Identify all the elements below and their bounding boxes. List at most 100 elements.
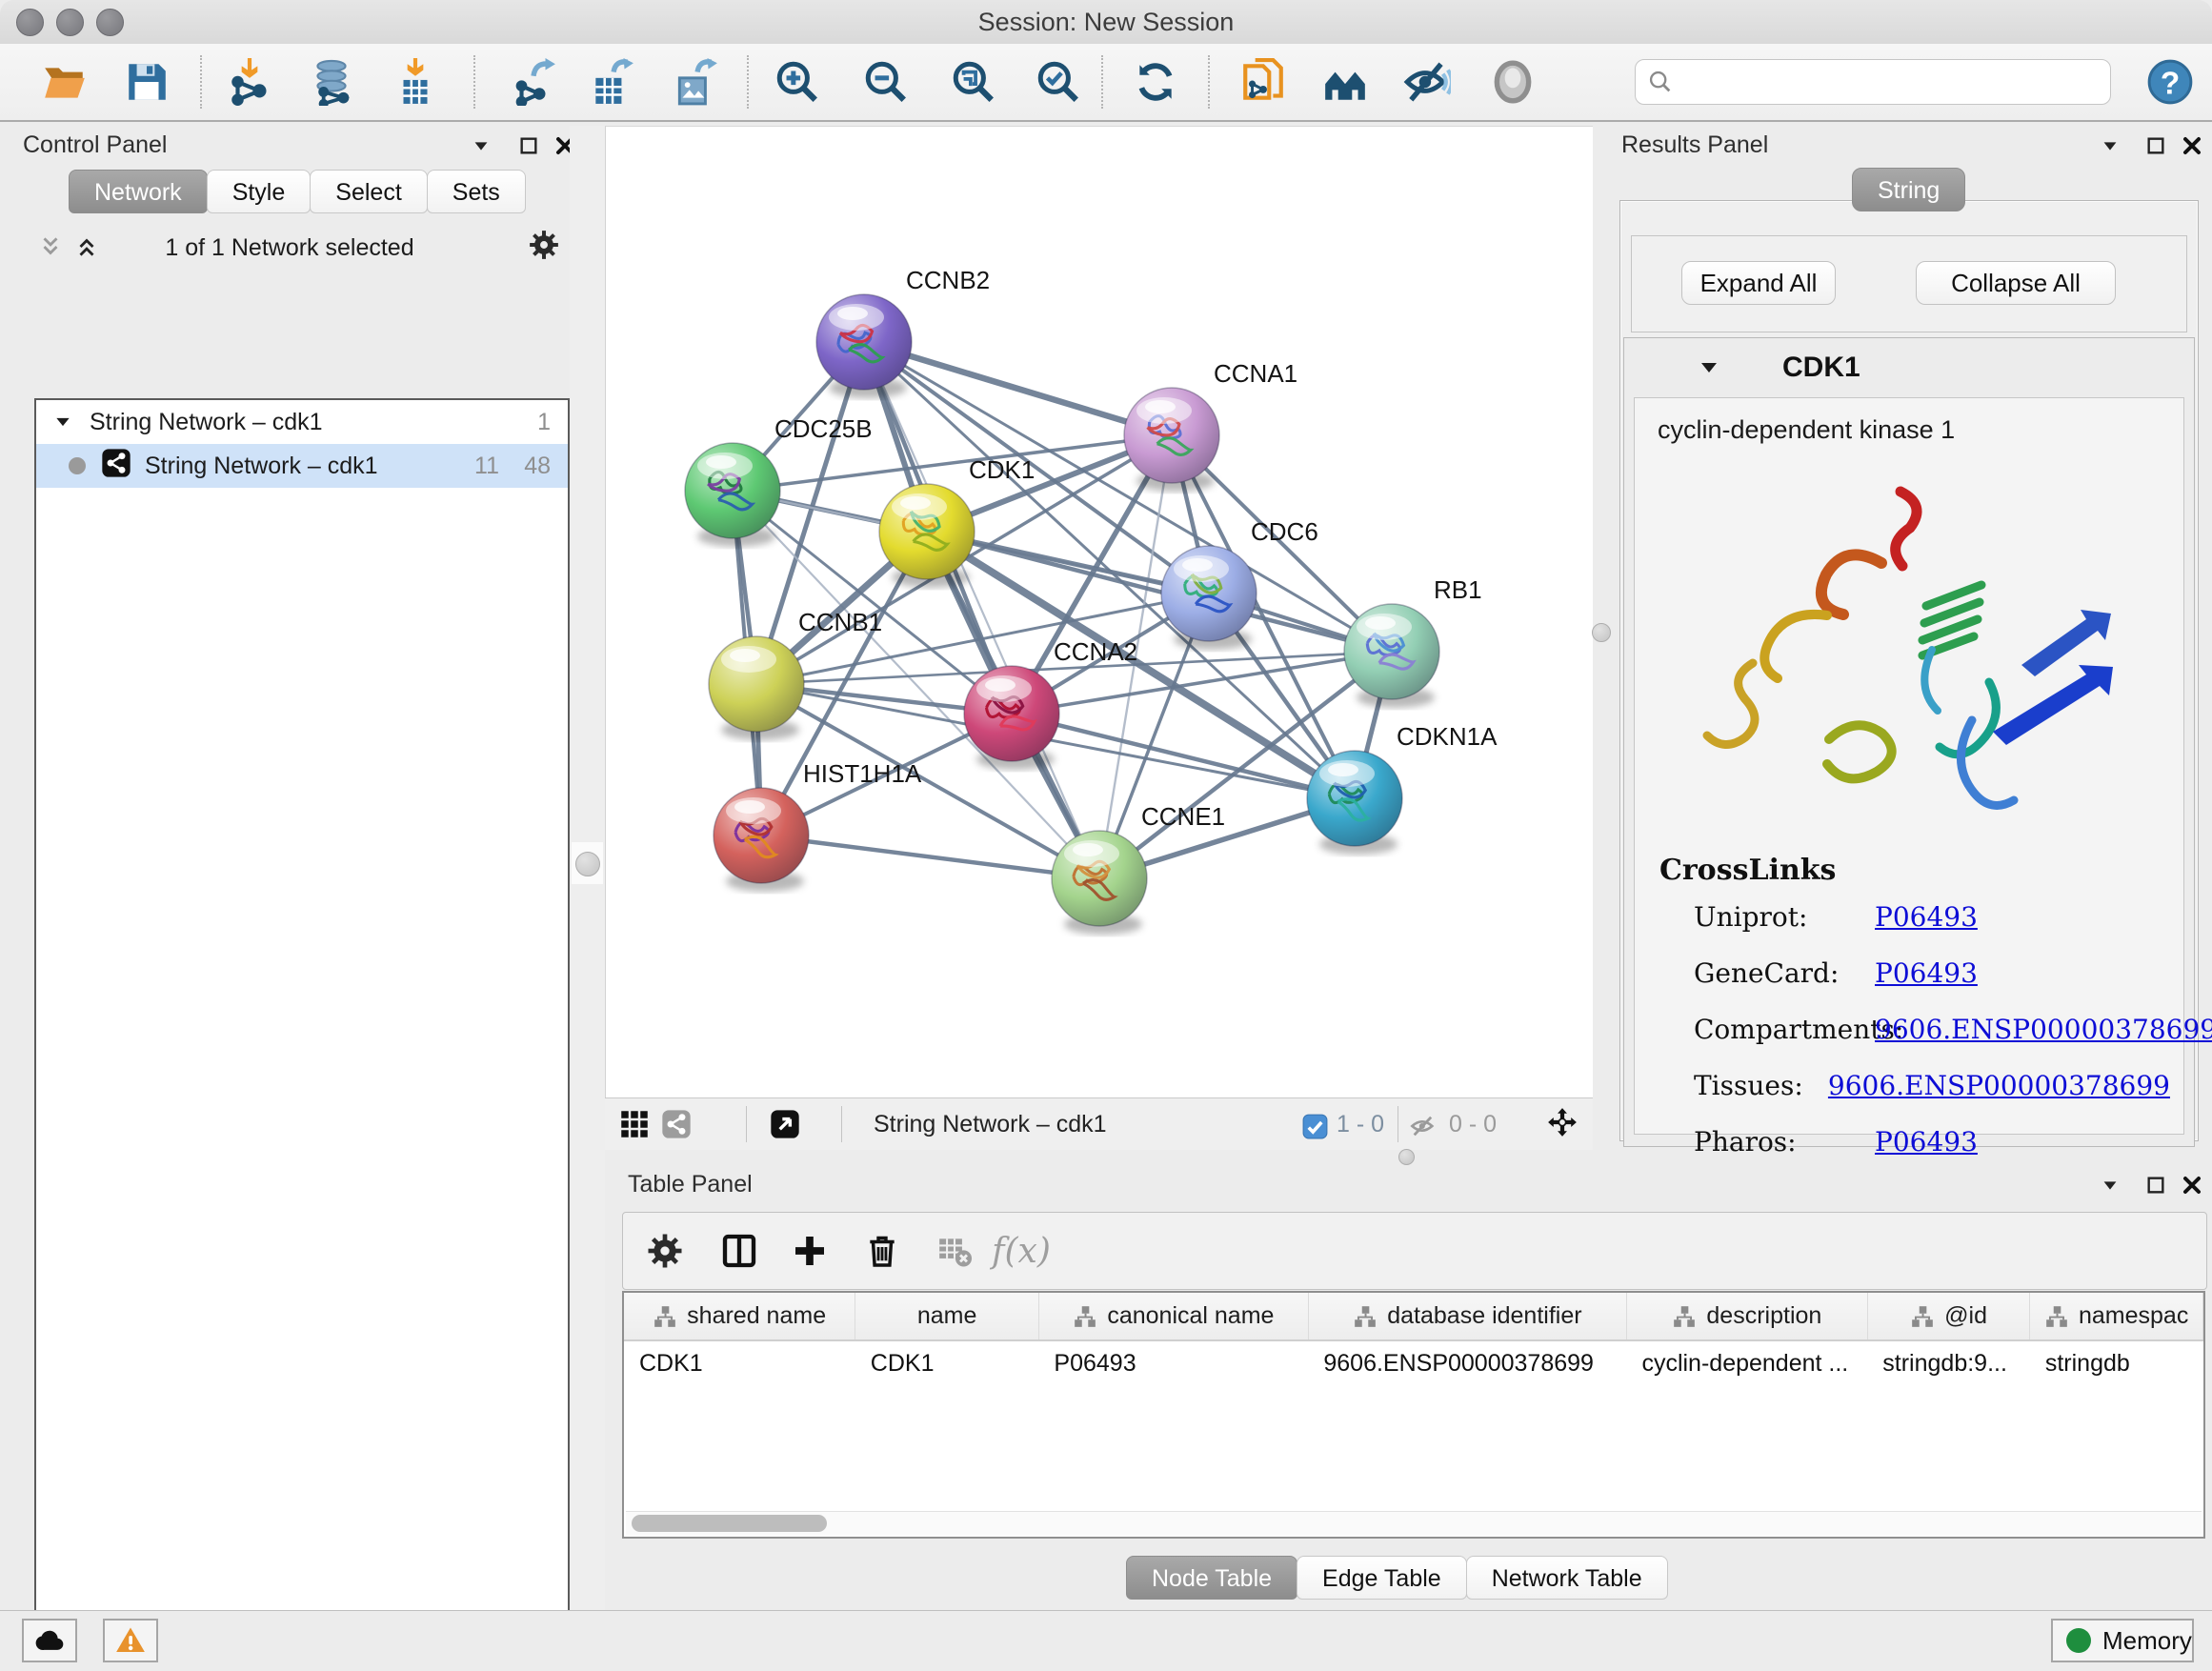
export-network-button[interactable] (503, 55, 564, 109)
tab-sets[interactable]: Sets (427, 170, 526, 213)
gear-icon[interactable] (528, 229, 560, 261)
search-input[interactable] (1674, 68, 2087, 96)
birdseye-grid-icon[interactable] (618, 1108, 651, 1140)
tree-expander-icon[interactable] (36, 406, 90, 438)
column-header-shared-name[interactable]: shared name (624, 1293, 855, 1340)
scrollbar-thumb[interactable] (632, 1515, 827, 1532)
network-node-CDC6[interactable] (1161, 546, 1257, 650)
column-header-@id[interactable]: @id (1867, 1293, 2030, 1340)
delete-column-button[interactable] (855, 1226, 909, 1276)
column-header-description[interactable]: description (1626, 1293, 1867, 1340)
crosslink-link[interactable]: 9606.ENSP00000378699 (1875, 1014, 2212, 1045)
zoom-out-button[interactable] (855, 55, 916, 109)
help-button[interactable]: ? (2140, 55, 2201, 109)
network-node-CDC25B[interactable] (685, 443, 780, 547)
selected-checkbox-icon[interactable] (1298, 1110, 1331, 1142)
network-node-CCNE1[interactable] (1052, 831, 1147, 935)
panel-menu-icon[interactable] (2094, 1169, 2126, 1201)
crosslink-link[interactable]: 9606.ENSP00000378699 (1828, 1070, 2170, 1101)
panel-menu-icon[interactable] (465, 130, 497, 162)
database-icon (308, 58, 355, 106)
first-neighbors-button[interactable] (1315, 55, 1376, 109)
export-image-button[interactable] (665, 55, 726, 109)
cloud-status-button[interactable] (22, 1619, 77, 1662)
apply-preferred-layout-button[interactable] (1125, 55, 1186, 109)
tab-network[interactable]: Network (69, 170, 208, 213)
table-settings-button[interactable] (638, 1226, 692, 1276)
network-node-CCNB1[interactable] (709, 636, 804, 740)
tab-node-table[interactable]: Node Table (1126, 1556, 1297, 1600)
column-header-canonical-name[interactable]: canonical name (1038, 1293, 1308, 1340)
horizontal-splitter-handle[interactable] (1398, 1149, 1415, 1165)
crosslink-link[interactable]: P06493 (1875, 1126, 1978, 1158)
left-splitter[interactable] (570, 126, 605, 1610)
panel-close-icon[interactable] (2176, 1169, 2208, 1201)
save-session-button[interactable] (116, 55, 177, 109)
close-window-button[interactable] (16, 9, 44, 36)
show-columns-button[interactable] (713, 1226, 766, 1276)
network-node-CCNA2[interactable] (964, 666, 1059, 770)
zoom-in-button[interactable] (767, 55, 828, 109)
panel-float-icon[interactable] (2140, 1169, 2172, 1201)
add-column-button[interactable] (783, 1226, 836, 1276)
new-network-from-selection-button[interactable] (1233, 55, 1294, 109)
tab-select[interactable]: Select (310, 170, 427, 213)
string-network-badge-icon[interactable] (660, 1108, 693, 1140)
zoom-window-button[interactable] (96, 9, 124, 36)
panel-float-icon[interactable] (513, 130, 545, 162)
edge-CCNB2-CCNE1[interactable] (864, 342, 1099, 878)
import-table-button[interactable] (385, 55, 446, 109)
edge-HIST1H1A-CCNE1[interactable] (761, 836, 1099, 878)
column-header-database-identifier[interactable]: database identifier (1308, 1293, 1626, 1340)
network-node-RB1[interactable] (1344, 604, 1439, 708)
table-cell[interactable]: stringdb (2030, 1340, 2203, 1385)
crosslink-link[interactable]: P06493 (1875, 901, 1978, 933)
import-network-from-database-button[interactable] (301, 55, 362, 109)
table-cell[interactable]: cyclin-dependent ... (1626, 1340, 1867, 1385)
crosslink-link[interactable]: P06493 (1875, 957, 1978, 989)
network-node-CCNA1[interactable] (1124, 388, 1219, 492)
horizontal-scrollbar[interactable] (626, 1511, 2202, 1535)
export-table-button[interactable] (581, 55, 642, 109)
tab-edge-table[interactable]: Edge Table (1297, 1556, 1467, 1600)
table-row[interactable]: CDK1CDK1P064939606.ENSP00000378699cyclin… (624, 1340, 2203, 1385)
network-node-CDKN1A[interactable] (1307, 751, 1402, 855)
warnings-button[interactable] (103, 1619, 158, 1662)
section-expander-icon[interactable] (1693, 352, 1725, 384)
fit-content-crosshair-icon[interactable] (1546, 1106, 1579, 1138)
network-node-CCNB2[interactable] (816, 294, 912, 398)
network-canvas[interactable]: CCNB2CCNA1CDC25BCDK1CDC6RB1CCNB1CCNA2CDK… (605, 126, 1594, 1098)
panel-menu-icon[interactable] (2094, 130, 2126, 162)
memory-button[interactable]: Memory (2051, 1619, 2194, 1662)
tab-style[interactable]: Style (207, 170, 312, 213)
column-header-namespac[interactable]: namespac (2030, 1293, 2203, 1340)
table-cell[interactable]: 9606.ENSP00000378699 (1308, 1340, 1626, 1385)
network-row-selected[interactable]: String Network – cdk1 11 48 (36, 444, 568, 488)
open-in-new-window-icon[interactable] (769, 1108, 801, 1140)
network-collection-row[interactable]: String Network – cdk1 1 (36, 400, 568, 444)
panel-close-icon[interactable] (2176, 130, 2208, 162)
zoom-selected-button[interactable] (1028, 55, 1089, 109)
table-cell[interactable]: CDK1 (855, 1340, 1039, 1385)
table-cell[interactable]: P06493 (1038, 1340, 1308, 1385)
hide-selection-button[interactable] (1397, 55, 1458, 109)
network-node-HIST1H1A[interactable] (714, 788, 809, 892)
edge-CDK1-RB1[interactable] (927, 532, 1392, 652)
tab-network-table[interactable]: Network Table (1466, 1556, 1668, 1600)
zoom-fit-button[interactable] (943, 55, 1004, 109)
table-cell[interactable]: stringdb:9... (1867, 1340, 2030, 1385)
table-cell[interactable]: CDK1 (624, 1340, 855, 1385)
open-session-button[interactable] (34, 55, 95, 109)
tab-string[interactable]: String (1852, 168, 1965, 211)
import-network-from-file-button[interactable] (219, 55, 280, 109)
column-header-name[interactable]: name (855, 1293, 1039, 1340)
export-table-icon (588, 58, 635, 106)
network-node-CDK1[interactable] (879, 484, 975, 588)
show-all-button[interactable] (1482, 55, 1543, 109)
collapse-all-button[interactable]: Collapse All (1916, 261, 2116, 305)
minimize-window-button[interactable] (56, 9, 84, 36)
panel-float-icon[interactable] (2140, 130, 2172, 162)
right-splitter[interactable] (1593, 126, 1608, 1160)
splitter-handle[interactable] (575, 852, 600, 876)
expand-all-button[interactable]: Expand All (1681, 261, 1836, 305)
